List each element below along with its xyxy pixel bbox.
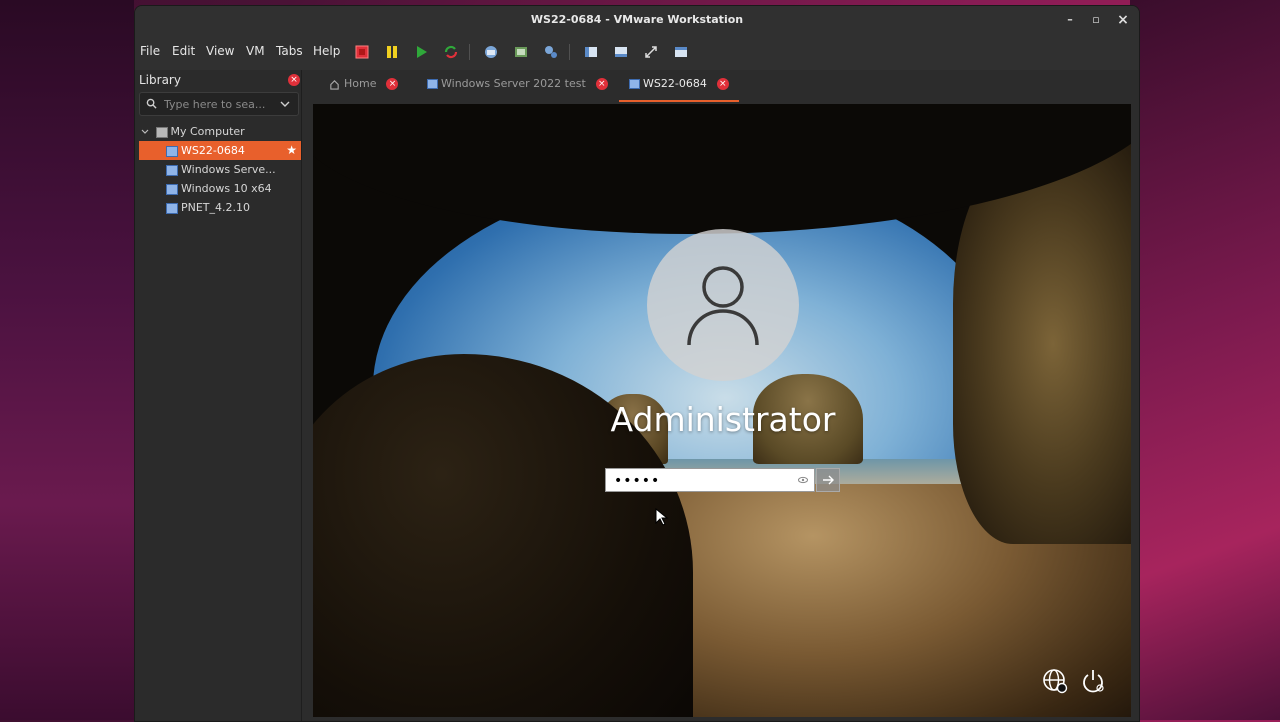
tree-item-label: WS22-0684 — [181, 144, 245, 157]
tree-item-ws22-0684[interactable]: WS22-0684 ★ — [139, 141, 301, 160]
submit-password-button[interactable] — [816, 468, 840, 492]
play-icon[interactable] — [412, 43, 430, 61]
close-window-button[interactable]: × — [1110, 6, 1136, 34]
snapshot-icon[interactable] — [482, 43, 500, 61]
user-avatar — [647, 229, 799, 381]
title-bar: WS22-0684 - VMware Workstation – ▫ × — [135, 6, 1139, 34]
vm-icon — [166, 183, 178, 195]
fullscreen-icon[interactable] — [642, 43, 660, 61]
computer-icon — [155, 126, 168, 138]
library-panel: Library × My Computer WS22-0684 ★ Window… — [135, 70, 302, 721]
library-search-input[interactable] — [162, 95, 276, 113]
unity-icon[interactable] — [672, 43, 690, 61]
search-icon — [146, 98, 157, 109]
revert-snapshot-icon[interactable] — [512, 43, 530, 61]
library-search — [139, 92, 299, 116]
tab-bar: Home × Windows Server 2022 test × WS22-068… — [309, 70, 1139, 102]
globe-icon[interactable] — [1041, 667, 1069, 695]
show-library-icon[interactable] — [582, 43, 600, 61]
chevron-down-icon[interactable] — [280, 100, 290, 108]
snapshot-manager-icon[interactable] — [542, 43, 560, 61]
login-username: Administrator — [610, 400, 836, 439]
user-icon — [687, 266, 759, 346]
desktop-background-left — [0, 0, 134, 720]
lockscreen-cave-wall — [953, 144, 1131, 544]
password-field[interactable] — [605, 468, 815, 492]
tab-close-button[interactable]: × — [386, 78, 399, 90]
vm-icon — [166, 145, 178, 157]
arrow-right-icon — [823, 475, 834, 485]
desktop-background-right — [1130, 0, 1280, 720]
favorite-star-icon[interactable]: ★ — [286, 141, 297, 160]
refresh-icon[interactable] — [442, 43, 460, 61]
toolbar-separator — [469, 44, 470, 60]
menu-edit[interactable]: Edit — [172, 44, 195, 58]
menu-vm[interactable]: VM — [246, 44, 265, 58]
home-icon — [330, 79, 339, 90]
reveal-password-icon[interactable] — [798, 475, 808, 485]
tab-label: Windows Server 2022 test — [441, 77, 586, 90]
library-close-button[interactable]: × — [288, 74, 300, 86]
vm-icon — [629, 79, 640, 89]
tab-close-button[interactable]: × — [595, 78, 608, 90]
menu-view[interactable]: View — [206, 44, 234, 58]
pause-icon[interactable] — [383, 43, 401, 61]
vm-guest-screen[interactable]: Administrator — [313, 104, 1131, 717]
tab-close-button[interactable]: × — [716, 78, 729, 90]
thumbnail-bar-icon[interactable] — [612, 43, 630, 61]
toolbar-separator — [569, 44, 570, 60]
tab-ws22-0684[interactable]: WS22-0684 × — [619, 70, 739, 102]
menu-help[interactable]: Help — [313, 44, 340, 58]
tree-item-label: Windows Serve... — [181, 163, 276, 176]
menu-tabs[interactable]: Tabs — [276, 44, 303, 58]
minimize-button[interactable]: – — [1057, 6, 1083, 34]
tab-label: Home — [344, 77, 377, 90]
library-tree: My Computer WS22-0684 ★ Windows Serve...… — [139, 122, 301, 217]
vm-icon — [166, 202, 178, 214]
menu-file[interactable]: File — [140, 44, 160, 58]
maximize-button[interactable]: ▫ — [1083, 6, 1109, 34]
window-title: WS22-0684 - VMware Workstation — [530, 13, 744, 26]
password-input[interactable] — [612, 471, 786, 491]
tree-item-windows-server[interactable]: Windows Serve... — [139, 160, 301, 179]
chevron-down-icon[interactable] — [141, 128, 149, 136]
vm-icon — [166, 164, 178, 176]
vm-icon — [427, 79, 438, 89]
tree-item-label: Windows 10 x64 — [181, 182, 272, 195]
power-icon[interactable] — [1079, 667, 1107, 695]
vmware-window: WS22-0684 - VMware Workstation – ▫ × Fil… — [134, 5, 1140, 722]
stop-square-icon[interactable] — [353, 43, 371, 61]
menu-bar: File Edit View VM Tabs Help — [135, 34, 1139, 70]
tree-root-my-computer[interactable]: My Computer — [139, 122, 301, 141]
tree-item-windows-10[interactable]: Windows 10 x64 — [139, 179, 301, 198]
tab-windows-server-2022-test[interactable]: Windows Server 2022 test × — [427, 70, 608, 102]
tree-item-pnet[interactable]: PNET_4.2.10 — [139, 198, 301, 217]
tree-item-label: PNET_4.2.10 — [181, 201, 251, 214]
tree-root-label: My Computer — [170, 125, 245, 138]
mouse-cursor-icon — [655, 508, 669, 526]
vm-content-area: Home × Windows Server 2022 test × WS22-068… — [309, 70, 1139, 721]
tab-label: WS22-0684 — [643, 77, 707, 90]
library-title: Library — [139, 73, 181, 87]
tab-home[interactable]: Home × — [329, 70, 399, 102]
